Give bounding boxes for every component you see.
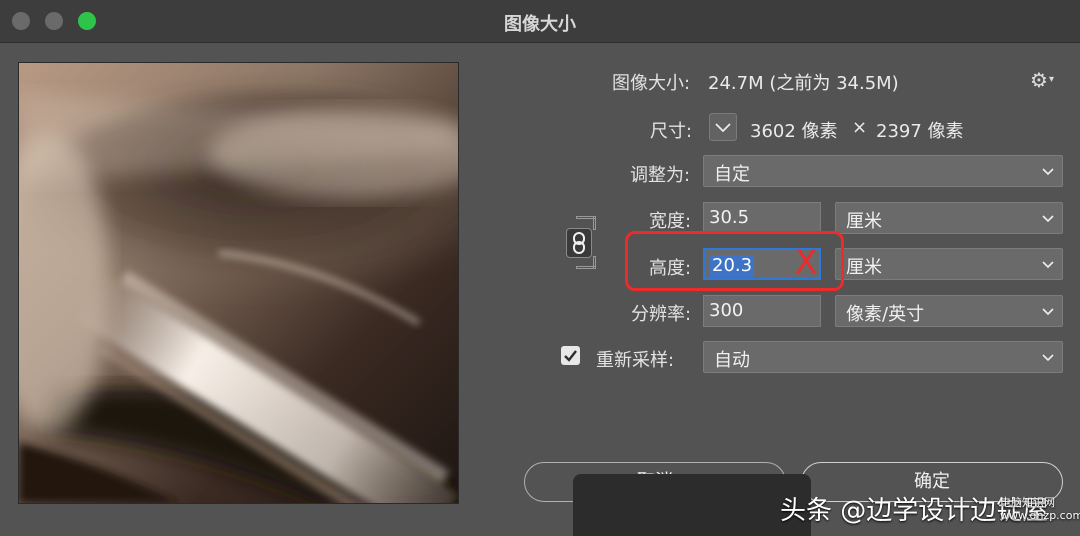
- site-watermark-line2: www.dnzp.com: [1000, 509, 1080, 522]
- dimensions-width: 3602 像素: [750, 121, 838, 142]
- resample-select[interactable]: 自动: [703, 341, 1063, 373]
- resolution-unit-select[interactable]: 像素/英寸: [835, 295, 1063, 327]
- resample-checkbox[interactable]: [561, 346, 580, 365]
- dimensions-times: ×: [852, 117, 868, 138]
- image-size-value: 24.7M (之前为 34.5M): [708, 73, 899, 94]
- dimensions-unit-button[interactable]: [709, 113, 737, 141]
- chevron-down-icon: [1042, 308, 1054, 316]
- resolution-label: 分辨率:: [631, 304, 692, 325]
- fit-to-select[interactable]: 自定: [703, 155, 1063, 187]
- width-unit-value: 厘米: [846, 211, 882, 232]
- width-input[interactable]: 30.5: [703, 202, 821, 234]
- watermark-backdrop: [573, 474, 811, 536]
- dimensions-height: 2397 像素: [876, 121, 964, 142]
- resolution-unit-value: 像素/英寸: [846, 304, 925, 325]
- gear-icon[interactable]: ⚙: [1030, 68, 1048, 92]
- resolution-input[interactable]: 300: [703, 295, 821, 327]
- preview-photo: [19, 63, 458, 503]
- fit-to-value: 自定: [714, 164, 750, 185]
- chevron-down-icon: ▾: [1049, 74, 1055, 85]
- fit-to-label: 调整为:: [630, 165, 691, 186]
- width-label: 宽度:: [649, 211, 692, 232]
- annotation-x-mark: X: [795, 243, 817, 281]
- resample-value: 自动: [714, 350, 750, 371]
- dialog-title: 图像大小: [504, 14, 576, 35]
- chevron-down-icon: [1042, 215, 1054, 223]
- width-unit-select[interactable]: 厘米: [835, 202, 1063, 234]
- chain-link-icon[interactable]: [566, 228, 592, 258]
- link-bracket-top-vert: [593, 216, 596, 230]
- resolution-value: 300: [709, 300, 744, 321]
- height-unit-select[interactable]: 厘米: [835, 248, 1063, 280]
- site-watermark: 电脑知识网 www.dnzp.com: [1000, 496, 1080, 522]
- link-bracket-bottom-vert: [593, 256, 596, 269]
- chevron-down-icon: [1042, 168, 1054, 176]
- title-bar: 图像大小: [0, 0, 1080, 43]
- height-unit-value: 厘米: [846, 257, 882, 278]
- width-value: 30.5: [709, 207, 750, 228]
- image-size-label: 图像大小:: [612, 73, 691, 94]
- chain-link-icon: [573, 232, 585, 254]
- site-watermark-line1: 电脑知识网: [1000, 496, 1055, 509]
- check-icon: [564, 350, 577, 362]
- chevron-down-icon: [715, 123, 731, 133]
- dimensions-label: 尺寸:: [650, 121, 693, 142]
- image-preview[interactable]: [18, 62, 459, 504]
- resample-label: 重新采样:: [596, 350, 675, 371]
- chevron-down-icon: [1042, 261, 1054, 269]
- chevron-down-icon: [1042, 354, 1054, 362]
